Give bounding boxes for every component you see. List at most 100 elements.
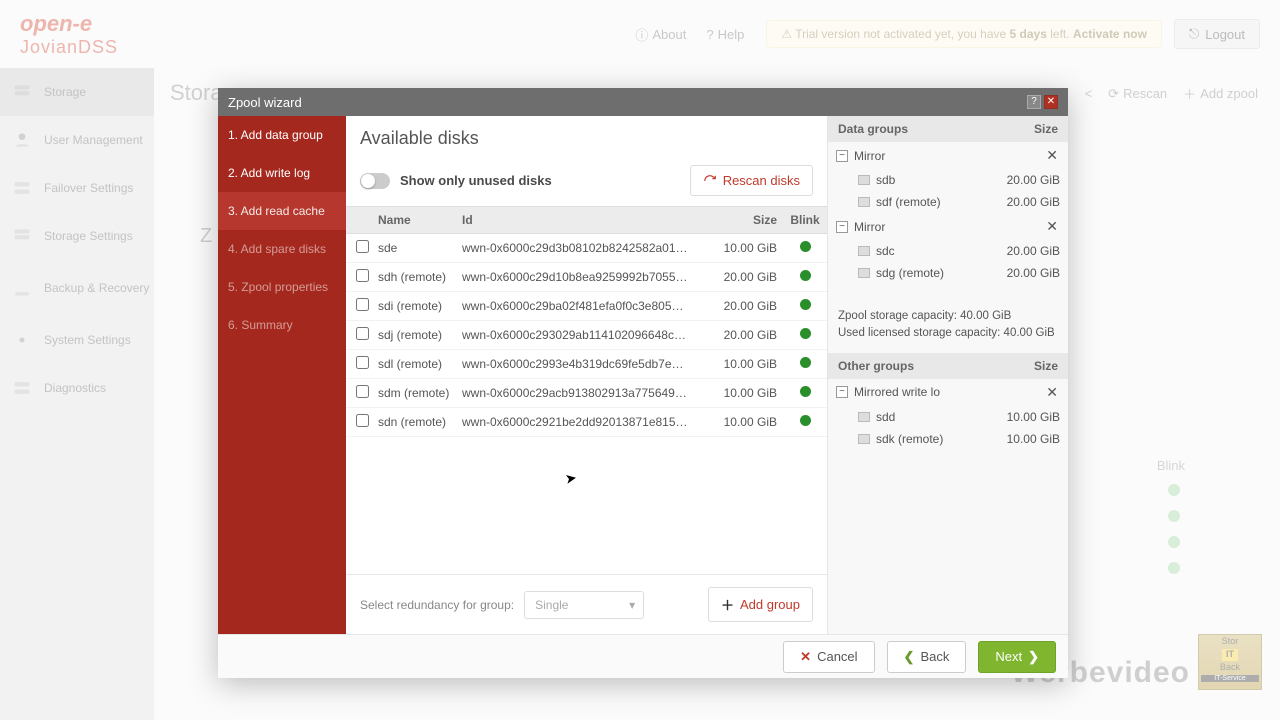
group-disk-name: sdc <box>876 244 990 258</box>
blink-dot[interactable] <box>800 270 811 281</box>
disk-id: wwn-0x6000c29d3b08102b8242582a01… <box>462 241 703 255</box>
group-name: Mirror <box>854 149 1044 163</box>
disk-icon <box>858 412 870 422</box>
remove-group-icon[interactable]: ✕ <box>1044 218 1060 235</box>
x-icon: ✕ <box>800 649 811 665</box>
modal-button-row: ✕Cancel ❮Back Next❯ <box>218 634 1068 678</box>
group-disk-row: sdg (remote) 20.00 GiB <box>828 262 1068 284</box>
disk-icon <box>858 268 870 278</box>
step-add-write-log[interactable]: 2. Add write log <box>218 154 346 192</box>
cancel-button[interactable]: ✕Cancel <box>783 641 874 673</box>
group-disk-size: 20.00 GiB <box>990 244 1060 258</box>
group-disk-size: 20.00 GiB <box>990 266 1060 280</box>
groups-panel: Data groups Size − Mirror ✕ sdb 20.00 Gi… <box>828 116 1068 634</box>
blink-dot[interactable] <box>800 328 811 339</box>
disk-checkbox[interactable] <box>356 385 369 398</box>
disk-size: 10.00 GiB <box>703 357 783 371</box>
disk-checkbox[interactable] <box>356 298 369 311</box>
collapse-icon[interactable]: − <box>836 386 848 398</box>
refresh-icon <box>703 174 717 188</box>
disk-size: 10.00 GiB <box>703 415 783 429</box>
disk-id: wwn-0x6000c29d10b8ea9259992b7055… <box>462 270 703 284</box>
group-row: − Mirror ✕ <box>828 142 1068 169</box>
redundancy-select[interactable]: Single <box>524 591 644 619</box>
group-disk-row: sdk (remote) 10.00 GiB <box>828 428 1068 450</box>
step-zpool-properties[interactable]: 5. Zpool properties <box>218 268 346 306</box>
available-disks-title: Available disks <box>346 116 827 159</box>
disk-checkbox[interactable] <box>356 269 369 282</box>
group-disk-size: 10.00 GiB <box>990 410 1060 424</box>
disk-icon <box>858 197 870 207</box>
show-unused-toggle[interactable] <box>360 173 390 189</box>
close-icon[interactable]: ✕ <box>1044 95 1058 109</box>
blink-dot[interactable] <box>800 386 811 397</box>
disk-name: sdj (remote) <box>378 328 462 342</box>
disk-name: sdn (remote) <box>378 415 462 429</box>
disk-id: wwn-0x6000c29ba02f481efa0f0c3e805… <box>462 299 703 313</box>
group-disk-name: sdg (remote) <box>876 266 990 280</box>
disk-icon <box>858 246 870 256</box>
group-row: − Mirror ✕ <box>828 213 1068 240</box>
group-disk-size: 20.00 GiB <box>990 195 1060 209</box>
wizard-steps: 1. Add data group 2. Add write log 3. Ad… <box>218 116 346 634</box>
disk-size: 20.00 GiB <box>703 270 783 284</box>
disk-checkbox[interactable] <box>356 414 369 427</box>
table-row[interactable]: sdi (remote) wwn-0x6000c29ba02f481efa0f0… <box>346 292 827 321</box>
disk-checkbox[interactable] <box>356 356 369 369</box>
disk-checkbox[interactable] <box>356 240 369 253</box>
disk-id: wwn-0x6000c29acb913802913a775649… <box>462 386 703 400</box>
group-disk-row: sdd 10.00 GiB <box>828 406 1068 428</box>
blink-dot[interactable] <box>800 415 811 426</box>
blink-dot[interactable] <box>800 241 811 252</box>
disk-table-body: sde wwn-0x6000c29d3b08102b8242582a01… 10… <box>346 234 827 574</box>
collapse-icon[interactable]: − <box>836 221 848 233</box>
step-add-data-group[interactable]: 1. Add data group <box>218 116 346 154</box>
blink-dot[interactable] <box>800 357 811 368</box>
group-disk-name: sdk (remote) <box>876 432 990 446</box>
disk-name: sdl (remote) <box>378 357 462 371</box>
collapse-icon[interactable]: − <box>836 150 848 162</box>
disk-name: sdm (remote) <box>378 386 462 400</box>
disk-name: sde <box>378 241 462 255</box>
available-disks-panel: Available disks Show only unused disks R… <box>346 116 828 634</box>
zpool-wizard-modal: Zpool wizard ? ✕ 1. Add data group 2. Ad… <box>218 88 1068 678</box>
disk-size: 20.00 GiB <box>703 299 783 313</box>
group-name: Mirror <box>854 220 1044 234</box>
group-disk-size: 10.00 GiB <box>990 432 1060 446</box>
step-add-read-cache[interactable]: 3. Add read cache <box>218 192 346 230</box>
group-name: Mirrored write lo <box>854 385 1044 399</box>
modal-titlebar: Zpool wizard ? ✕ <box>218 88 1068 116</box>
step-summary[interactable]: 6. Summary <box>218 306 346 344</box>
disk-id: wwn-0x6000c2993e4b319dc69fe5db7e… <box>462 357 703 371</box>
add-group-button[interactable]: ＋Add group <box>708 587 813 622</box>
table-row[interactable]: sde wwn-0x6000c29d3b08102b8242582a01… 10… <box>346 234 827 263</box>
disk-table-header: Name Id Size Blink <box>346 206 827 234</box>
datagroups-header: Data groups Size <box>828 116 1068 142</box>
rescan-disks-button[interactable]: Rescan disks <box>690 165 813 196</box>
mouse-cursor: ➤ <box>564 469 579 488</box>
help-icon[interactable]: ? <box>1027 95 1041 109</box>
remove-group-icon[interactable]: ✕ <box>1044 384 1060 401</box>
table-row[interactable]: sdn (remote) wwn-0x6000c2921be2dd9201387… <box>346 408 827 437</box>
disk-size: 20.00 GiB <box>703 328 783 342</box>
group-disk-name: sdf (remote) <box>876 195 990 209</box>
group-disk-name: sdd <box>876 410 990 424</box>
group-row: − Mirrored write lo ✕ <box>828 379 1068 406</box>
show-unused-label: Show only unused disks <box>400 173 680 188</box>
table-row[interactable]: sdl (remote) wwn-0x6000c2993e4b319dc69fe… <box>346 350 827 379</box>
next-button[interactable]: Next❯ <box>978 641 1056 673</box>
disk-icon <box>858 175 870 185</box>
table-row[interactable]: sdm (remote) wwn-0x6000c29acb913802913a7… <box>346 379 827 408</box>
group-disk-row: sdc 20.00 GiB <box>828 240 1068 262</box>
disk-icon <box>858 434 870 444</box>
blink-dot[interactable] <box>800 299 811 310</box>
table-row[interactable]: sdj (remote) wwn-0x6000c293029ab11410209… <box>346 321 827 350</box>
table-row[interactable]: sdh (remote) wwn-0x6000c29d10b8ea9259992… <box>346 263 827 292</box>
disk-name: sdi (remote) <box>378 299 462 313</box>
remove-group-icon[interactable]: ✕ <box>1044 147 1060 164</box>
disk-checkbox[interactable] <box>356 327 369 340</box>
back-button[interactable]: ❮Back <box>887 641 967 673</box>
step-add-spare-disks[interactable]: 4. Add spare disks <box>218 230 346 268</box>
redundancy-label: Select redundancy for group: <box>360 598 514 612</box>
modal-title: Zpool wizard <box>228 95 302 110</box>
